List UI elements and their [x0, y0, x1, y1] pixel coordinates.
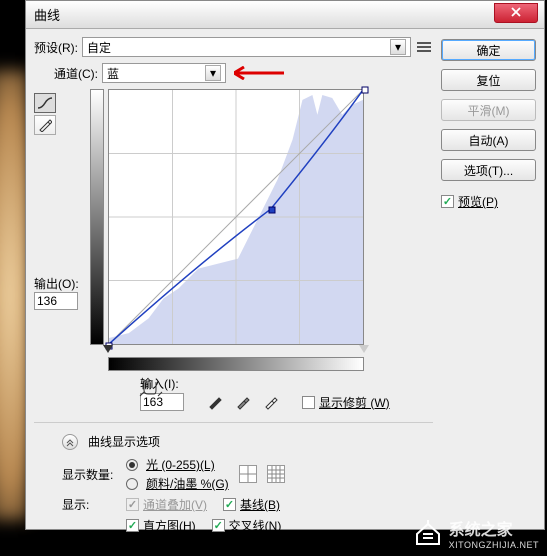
preset-value: 自定	[87, 39, 111, 56]
grid-simple-icon[interactable]	[239, 465, 257, 483]
checkbox-icon	[126, 519, 139, 532]
close-button[interactable]	[494, 3, 538, 23]
output-label: 输出(O):	[34, 275, 86, 292]
show-clipping-label: 显示修剪 (W)	[319, 394, 390, 411]
checkbox-icon	[212, 519, 225, 532]
smooth-button: 平滑(M)	[441, 99, 536, 121]
channel-overlay-checkbox[interactable]: 通道叠加(V)	[126, 496, 207, 513]
watermark: 系统之家 XITONGZHIJIA.NET	[413, 516, 539, 550]
checkbox-icon	[126, 498, 139, 511]
curve-grid[interactable]	[108, 89, 364, 345]
curve-tool-icon[interactable]	[34, 93, 56, 113]
target-adjust-icon[interactable]	[136, 375, 166, 399]
chevron-down-icon: ▾	[390, 39, 406, 55]
checkbox-icon	[223, 498, 236, 511]
gray-eyedropper-icon[interactable]	[232, 392, 254, 412]
black-eyedropper-icon[interactable]	[204, 392, 226, 412]
preset-select[interactable]: 自定 ▾	[82, 37, 411, 57]
radio-icon	[126, 478, 138, 490]
output-gradient	[90, 89, 104, 345]
show-label: 显示:	[62, 496, 122, 513]
preset-menu-icon[interactable]	[415, 38, 433, 56]
annotation-arrow-icon	[234, 64, 284, 82]
pencil-tool-icon[interactable]	[34, 115, 56, 135]
light-radio[interactable]: 光 (0-255)(L)	[126, 456, 229, 473]
preview-checkbox[interactable]: 预览(P)	[441, 193, 536, 210]
curve-point-end[interactable]	[362, 87, 369, 94]
histogram-checkbox[interactable]: 直方图(H)	[126, 517, 196, 534]
pigment-radio[interactable]: 颜料/油墨 %(G)	[126, 475, 229, 492]
input-gradient	[108, 357, 364, 371]
output-input[interactable]	[34, 292, 78, 310]
white-eyedropper-icon[interactable]	[260, 392, 282, 412]
white-point-handle[interactable]	[359, 345, 369, 353]
chevron-down-icon: ▾	[205, 65, 221, 81]
preset-label: 预设(R):	[34, 39, 78, 56]
ok-button[interactable]: 确定	[441, 39, 536, 61]
grid-detailed-icon[interactable]	[267, 465, 285, 483]
show-clipping-checkbox[interactable]: 显示修剪 (W)	[302, 394, 390, 411]
channel-label: 通道(C):	[54, 65, 98, 82]
options-button[interactable]: 选项(T)...	[441, 159, 536, 181]
channel-select[interactable]: 蓝 ▾	[102, 63, 226, 83]
titlebar: 曲线	[26, 1, 544, 29]
black-point-handle[interactable]	[103, 345, 113, 353]
baseline-checkbox[interactable]: 基线(B)	[223, 496, 280, 513]
dialog-title: 曲线	[34, 5, 60, 24]
radio-icon	[126, 459, 138, 471]
logo-icon	[413, 520, 443, 546]
intersection-checkbox[interactable]: 交叉线(N)	[212, 517, 282, 534]
input-label: 输入(I):	[140, 375, 433, 392]
disclosure-toggle[interactable]	[62, 434, 78, 450]
channel-value: 蓝	[107, 65, 119, 82]
show-amount-label: 显示数量:	[62, 466, 122, 483]
auto-button[interactable]: 自动(A)	[441, 129, 536, 151]
checkbox-icon	[441, 195, 454, 208]
curve-point-selected[interactable]	[269, 207, 276, 214]
black-white-slider[interactable]	[108, 345, 364, 355]
curve-display-options-label: 曲线显示选项	[88, 433, 160, 450]
curves-dialog: 曲线 预设(R): 自定 ▾ 通道(C): 蓝 ▾	[25, 0, 545, 530]
reset-button[interactable]: 复位	[441, 69, 536, 91]
checkbox-icon	[302, 396, 315, 409]
